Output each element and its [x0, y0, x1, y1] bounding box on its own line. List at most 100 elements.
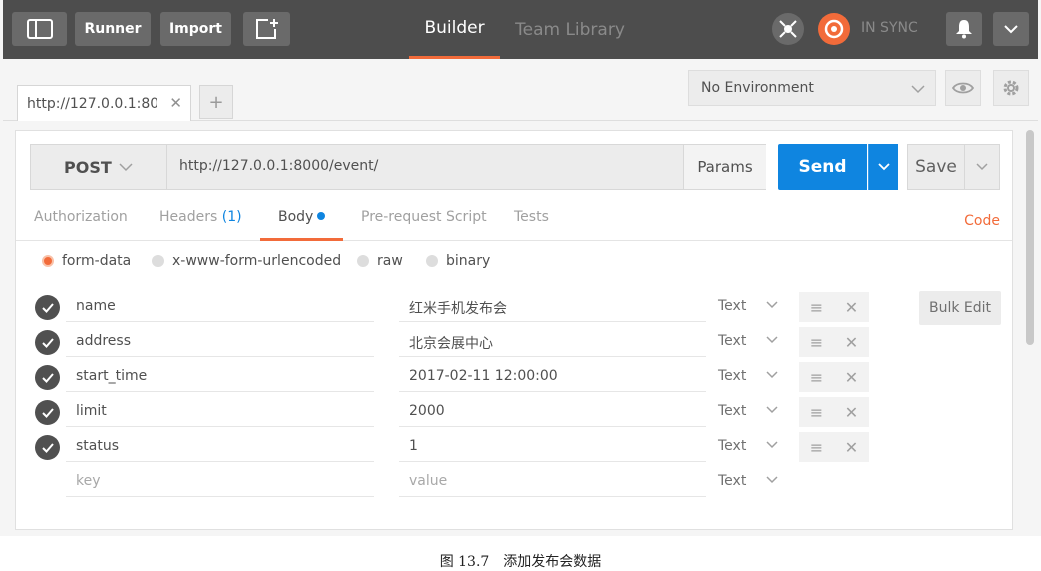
environment-selected: No Environment — [701, 80, 814, 96]
sidebar-icon — [26, 19, 53, 39]
type-select[interactable]: Text — [718, 368, 746, 384]
table-row: address 北京会展中心 Text ≡ ✕ — [16, 325, 1012, 360]
body-mode-selector: form-data x-www-form-urlencoded raw bina… — [38, 253, 738, 273]
satellite-icon — [779, 20, 797, 38]
radio-raw-label: raw — [377, 253, 403, 269]
chevron-down-icon — [911, 85, 925, 94]
body-indicator-dot — [317, 212, 326, 220]
method-label: POST — [64, 157, 112, 177]
environment-select[interactable]: No Environment — [688, 70, 936, 106]
key-field[interactable]: name — [66, 292, 374, 322]
key-field[interactable]: limit — [66, 397, 374, 427]
radio-urlencoded[interactable]: x-www-form-urlencoded — [152, 253, 341, 269]
tab-builder[interactable]: Builder — [409, 0, 500, 59]
type-select[interactable]: Text — [718, 333, 746, 349]
radio-unselected-icon — [357, 255, 369, 267]
type-select[interactable]: Text — [718, 403, 746, 419]
value-field[interactable]: 1 — [399, 432, 706, 462]
drag-handle-icon[interactable]: ≡ — [810, 403, 823, 422]
row-enabled-checkbox[interactable] — [35, 295, 60, 320]
value-field[interactable]: 2017-02-11 12:00:00 — [399, 362, 706, 392]
tab-authorization[interactable]: Authorization — [34, 209, 128, 241]
radio-binary[interactable]: binary — [426, 253, 490, 269]
type-select[interactable]: Text — [718, 438, 746, 454]
close-icon[interactable]: ✕ — [169, 94, 182, 112]
delete-icon[interactable]: ✕ — [845, 403, 858, 422]
drag-handle-icon[interactable]: ≡ — [810, 438, 823, 457]
tab-body-label: Body — [278, 209, 314, 225]
new-tab-button[interactable]: + — [199, 85, 233, 119]
sidebar-toggle-button[interactable] — [12, 12, 67, 46]
value-placeholder-field[interactable]: value — [399, 467, 706, 497]
user-menu-button[interactable] — [993, 12, 1029, 46]
request-builder-panel: POST http://127.0.0.1:8000/event/ Params… — [15, 130, 1013, 530]
new-window-button[interactable] — [243, 12, 290, 46]
send-button[interactable]: Send — [778, 144, 867, 190]
key-placeholder-field[interactable]: key — [66, 467, 374, 497]
radio-form-data[interactable]: form-data — [42, 253, 131, 269]
new-window-icon — [255, 19, 278, 39]
scrollbar[interactable] — [1026, 130, 1034, 345]
drag-handle-icon[interactable]: ≡ — [810, 368, 823, 387]
row-enabled-checkbox[interactable] — [35, 435, 60, 460]
delete-icon[interactable]: ✕ — [845, 368, 858, 387]
environment-quick-look-button[interactable] — [945, 70, 981, 106]
method-select[interactable]: POST — [31, 145, 167, 189]
radio-raw[interactable]: raw — [357, 253, 403, 269]
tab-tests[interactable]: Tests — [514, 209, 549, 241]
key-field[interactable]: start_time — [66, 362, 374, 392]
tab-body[interactable]: Body — [260, 209, 344, 241]
delete-icon[interactable]: ✕ — [845, 333, 858, 352]
save-button[interactable]: Save — [907, 144, 965, 190]
request-tab[interactable]: http://127.0.0.1:8000/ ✕ — [17, 85, 191, 121]
drag-handle-icon[interactable]: ≡ — [810, 333, 823, 352]
chevron-down-icon — [976, 163, 988, 171]
table-row-empty: key value Text — [16, 465, 1012, 500]
bulk-edit-button[interactable]: Bulk Edit — [919, 291, 1001, 325]
eye-icon — [952, 82, 974, 94]
delete-icon[interactable]: ✕ — [845, 438, 858, 457]
value-field[interactable]: 红米手机发布会 — [399, 292, 706, 322]
top-bar: Runner Import Builder Team Library IN SY… — [3, 0, 1038, 59]
notifications-button[interactable] — [946, 12, 982, 46]
radio-urlencoded-label: x-www-form-urlencoded — [172, 253, 342, 269]
tab-headers[interactable]: Headers (1) — [159, 209, 242, 241]
request-subtabs: Authorization Headers (1) Body Pre-reque… — [16, 199, 1012, 241]
send-options-button[interactable] — [868, 144, 898, 190]
row-enabled-checkbox[interactable] — [35, 365, 60, 390]
key-field[interactable]: status — [66, 432, 374, 462]
interceptor-button[interactable] — [772, 13, 804, 45]
check-icon — [41, 302, 54, 313]
type-select[interactable]: Text — [718, 298, 746, 314]
key-field[interactable]: address — [66, 327, 374, 357]
gear-icon — [1003, 80, 1019, 96]
delete-icon[interactable]: ✕ — [845, 298, 858, 317]
row-actions: ≡ ✕ — [799, 292, 869, 322]
check-icon — [41, 442, 54, 453]
chevron-down-icon — [766, 441, 778, 449]
import-button[interactable]: Import — [160, 12, 231, 46]
tab-headers-label: Headers — [159, 209, 218, 225]
row-actions: ≡ ✕ — [799, 362, 869, 392]
drag-handle-icon[interactable]: ≡ — [810, 298, 823, 317]
chevron-down-icon — [766, 301, 778, 309]
value-field[interactable]: 北京会展中心 — [399, 327, 706, 357]
params-button[interactable]: Params — [683, 145, 766, 189]
tab-team-library[interactable]: Team Library — [511, 0, 629, 59]
save-options-button[interactable] — [965, 144, 1000, 190]
type-select[interactable]: Text — [718, 473, 746, 489]
row-actions: ≡ ✕ — [799, 432, 869, 462]
url-input[interactable]: http://127.0.0.1:8000/event/ — [179, 158, 378, 174]
sync-button[interactable] — [818, 13, 850, 45]
bell-icon — [956, 20, 972, 39]
value-field[interactable]: 2000 — [399, 397, 706, 427]
runner-button[interactable]: Runner — [75, 12, 151, 46]
radio-selected-icon — [42, 255, 54, 267]
row-actions: ≡ ✕ — [799, 397, 869, 427]
chevron-down-icon — [119, 163, 133, 172]
generate-code-link[interactable]: Code — [964, 213, 1000, 229]
manage-environments-button[interactable] — [993, 70, 1029, 106]
row-enabled-checkbox[interactable] — [35, 330, 60, 355]
tab-prerequest-script[interactable]: Pre-request Script — [361, 209, 487, 241]
row-enabled-checkbox[interactable] — [35, 400, 60, 425]
